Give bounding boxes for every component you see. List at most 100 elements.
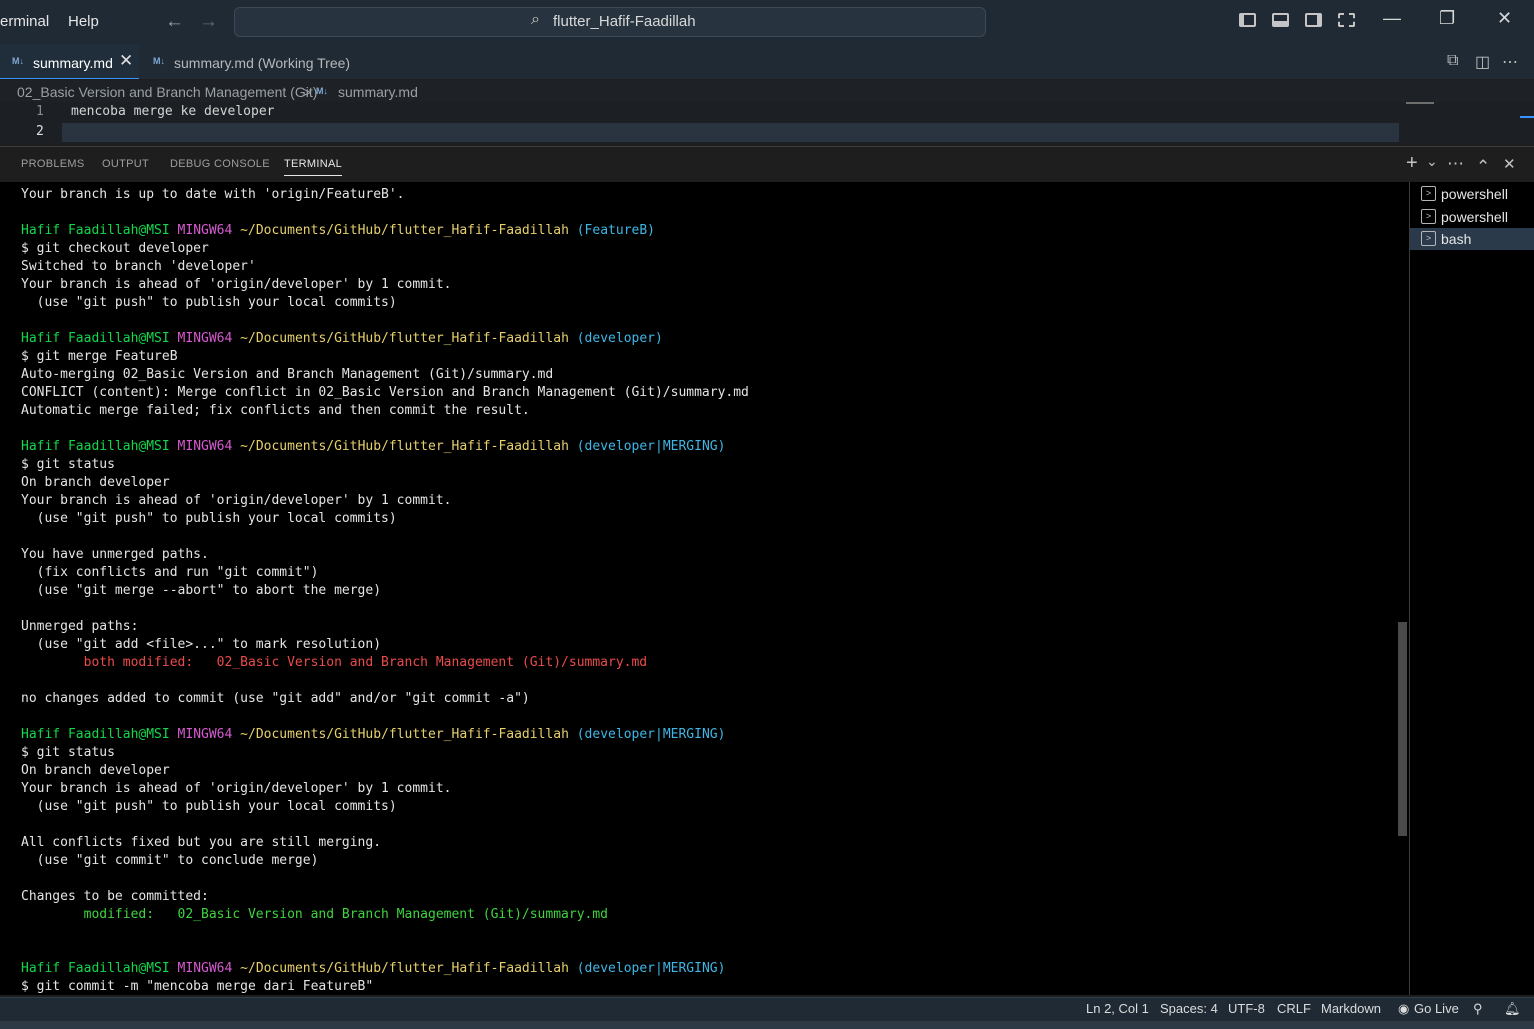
customize-layout-icon[interactable] <box>1338 13 1355 27</box>
terminal-segment: On branch developer <box>21 763 170 778</box>
restore-icon[interactable]: ❐ <box>1439 8 1455 29</box>
terminal-line: Your branch is ahead of 'origin/develope… <box>21 780 749 798</box>
end-of-line[interactable]: CRLF <box>1277 1001 1311 1016</box>
minimize-icon[interactable]: — <box>1383 8 1401 29</box>
terminal-segment <box>569 223 577 238</box>
toggle-secondary-sidebar-icon[interactable] <box>1305 13 1322 27</box>
language-mode[interactable]: Markdown <box>1321 1001 1381 1016</box>
terminal-line: Hafif Faadillah@MSI MINGW64 ~/Documents/… <box>21 222 749 240</box>
maximize-panel-icon[interactable]: ⌃ <box>1476 157 1490 177</box>
cursor-position[interactable]: Ln 2, Col 1 <box>1086 1001 1149 1016</box>
terminal-output[interactable]: Your branch is up to date with 'origin/F… <box>0 182 1409 995</box>
command-center-search[interactable]: ⌕ flutter_Hafif-Faadillah <box>234 7 986 37</box>
terminal-item-powershell[interactable]: > powershell <box>1410 206 1534 228</box>
notifications-bell-icon[interactable]: 🔔︎ <box>1504 1001 1521 1017</box>
terminal-line: Switched to branch 'developer' <box>21 258 749 276</box>
breadcrumb-file[interactable]: summary.md <box>338 84 418 100</box>
terminal-segment: MINGW64 <box>177 961 233 976</box>
terminal-line: Hafif Faadillah@MSI MINGW64 ~/Documents/… <box>21 438 749 456</box>
terminal-item-powershell[interactable]: > powershell <box>1410 183 1534 205</box>
terminal-segment: Hafif Faadillah@MSI <box>21 439 170 454</box>
chevron-down-icon[interactable]: ⌄ <box>1426 153 1438 170</box>
terminal-segment <box>170 223 178 238</box>
accounts-icon[interactable]: ⚲ <box>1473 1001 1483 1017</box>
code-line[interactable]: mencoba merge ke developer <box>71 104 275 119</box>
tab-summary-md[interactable]: M↓ summary.md ✕ <box>0 44 139 79</box>
panel-separator[interactable] <box>0 146 1534 147</box>
tab-output[interactable]: OUTPUT <box>102 158 149 170</box>
terminal-segment: (use "git push" to publish your local co… <box>21 511 397 526</box>
terminal-segment: modified: 02_Basic Version and Branch Ma… <box>21 907 608 922</box>
close-window-icon[interactable]: ✕ <box>1497 8 1512 29</box>
terminal-segment: Your branch is up to date with 'origin/F… <box>21 187 405 202</box>
indentation[interactable]: Spaces: 4 <box>1160 1001 1218 1016</box>
terminal-segment: Your branch is ahead of 'origin/develope… <box>21 277 452 292</box>
terminal-line: Hafif Faadillah@MSI MINGW64 ~/Documents/… <box>21 960 749 978</box>
back-arrow-icon[interactable]: ← <box>165 11 184 33</box>
terminal-segment: Auto-merging 02_Basic Version and Branch… <box>21 367 554 382</box>
terminal-scrollbar[interactable] <box>1398 622 1407 836</box>
split-editor-icon[interactable]: ◫ <box>1475 52 1490 72</box>
menu-help[interactable]: Help <box>68 13 99 30</box>
tab-summary-md-working-tree[interactable]: M↓ summary.md (Working Tree) <box>140 44 360 79</box>
close-panel-icon[interactable]: ✕ <box>1503 155 1516 173</box>
terminal-line: On branch developer <box>21 474 749 492</box>
breadcrumb-folder[interactable]: 02_Basic Version and Branch Management (… <box>17 84 317 100</box>
terminal-segment: ~/Documents/GitHub/flutter_Hafif-Faadill… <box>240 727 569 742</box>
terminal-line: (fix conflicts and run "git commit") <box>21 564 749 582</box>
terminal-segment <box>170 331 178 346</box>
open-changes-icon[interactable]: ⧉ <box>1447 52 1458 70</box>
terminal-line: $ git commit -m "mencoba merge dari Feat… <box>21 978 749 996</box>
terminal-segment: Hafif Faadillah@MSI <box>21 223 170 238</box>
toggle-panel-icon[interactable] <box>1272 13 1289 27</box>
terminal-segment: $ git status <box>21 457 115 472</box>
terminal-segment: (developer|MERGING) <box>576 439 726 454</box>
terminal-line: All conflicts fixed but you are still me… <box>21 834 749 852</box>
encoding[interactable]: UTF-8 <box>1228 1001 1265 1016</box>
chevron-right-icon: > <box>303 84 312 100</box>
terminal-segment: ~/Documents/GitHub/flutter_Hafif-Faadill… <box>240 961 569 976</box>
terminal-segment <box>232 223 240 238</box>
terminal-segment <box>232 439 240 454</box>
terminal-segment: MINGW64 <box>177 439 233 454</box>
forward-arrow-icon[interactable]: → <box>199 11 218 33</box>
terminal-segment <box>569 727 577 742</box>
close-icon[interactable]: ✕ <box>119 51 133 71</box>
terminal-line: Hafif Faadillah@MSI MINGW64 ~/Documents/… <box>21 330 749 348</box>
terminal-segment: ~/Documents/GitHub/flutter_Hafif-Faadill… <box>240 223 569 238</box>
terminal-segment <box>170 961 178 976</box>
tab-problems[interactable]: PROBLEMS <box>21 158 85 170</box>
terminal-line: no changes added to commit (use "git add… <box>21 690 749 708</box>
new-terminal-icon[interactable]: + <box>1406 152 1418 175</box>
terminal-segment: both modified: 02_Basic Version and Bran… <box>21 655 648 670</box>
minimap[interactable] <box>1406 102 1434 104</box>
terminal-icon: > <box>1421 186 1436 201</box>
tab-terminal[interactable]: TERMINAL <box>284 158 343 176</box>
go-live-button[interactable]: Go Live <box>1414 1001 1459 1016</box>
tab-debug-console[interactable]: DEBUG CONSOLE <box>170 158 270 170</box>
terminal-segment: (FeatureB) <box>576 223 656 238</box>
taskbar-edge <box>0 1021 1534 1029</box>
terminal-line: (use "git commit" to conclude merge) <box>21 852 749 870</box>
terminal-segment: (use "git push" to publish your local co… <box>21 295 397 310</box>
more-actions-icon[interactable]: ⋯ <box>1502 52 1518 72</box>
terminal-line: modified: 02_Basic Version and Branch Ma… <box>21 906 749 924</box>
terminal-segment: Switched to branch 'developer' <box>21 259 256 274</box>
terminal-segment: Your branch is ahead of 'origin/develope… <box>21 781 452 796</box>
terminal-item-bash[interactable]: > bash <box>1410 228 1534 250</box>
menu-terminal[interactable]: erminal <box>0 13 49 30</box>
terminal-segment: ~/Documents/GitHub/flutter_Hafif-Faadill… <box>240 331 569 346</box>
toggle-primary-sidebar-icon[interactable] <box>1239 13 1256 27</box>
terminal-icon: > <box>1421 209 1436 224</box>
more-actions-icon[interactable]: ⋯ <box>1447 154 1464 174</box>
terminal-item-label: powershell <box>1441 186 1508 202</box>
markdown-icon: M↓ <box>12 56 24 66</box>
current-line-highlight <box>62 123 1399 142</box>
line-number: 2 <box>36 124 44 139</box>
terminal-line: Auto-merging 02_Basic Version and Branch… <box>21 366 749 384</box>
